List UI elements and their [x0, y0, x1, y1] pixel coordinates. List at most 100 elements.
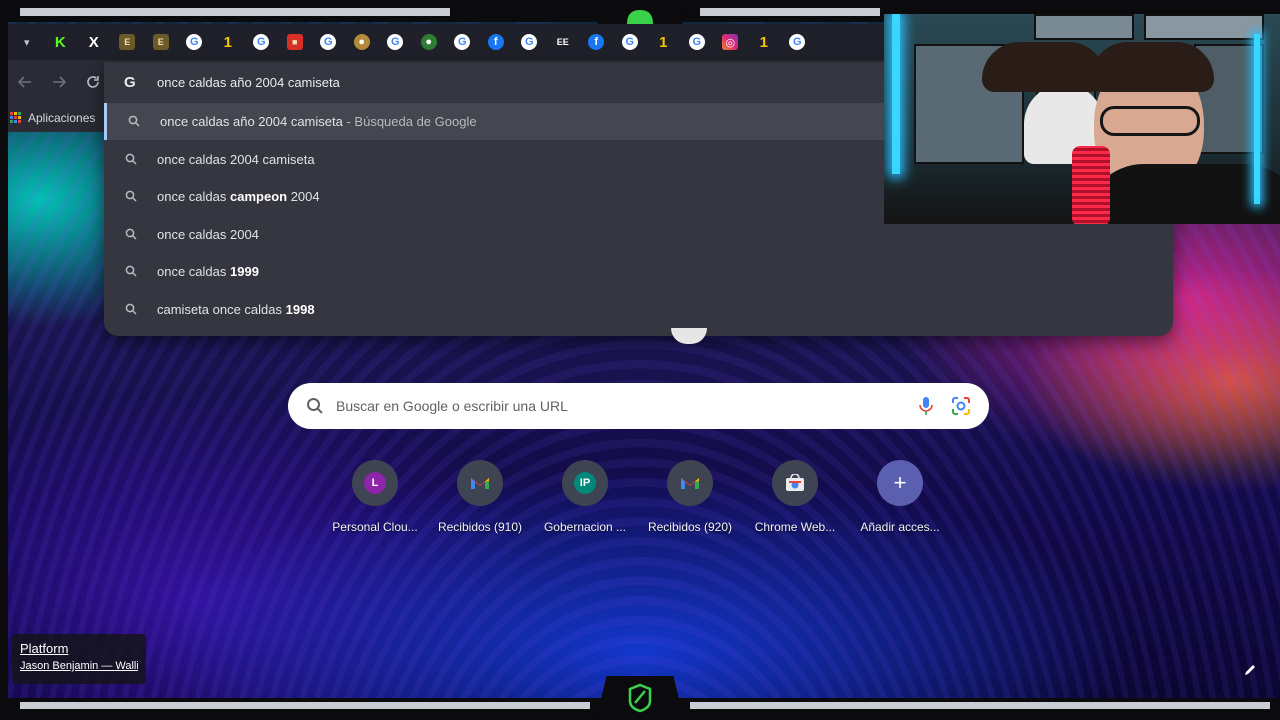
- shortcut-icon-circle: [457, 460, 503, 506]
- google-icon: G: [253, 34, 270, 50]
- shortcut-icon-circle: IP: [562, 460, 608, 506]
- tab-9[interactable]: ●: [345, 24, 379, 60]
- now-playing-artist: Jason Benjamin — Walli: [20, 660, 138, 672]
- forward-button[interactable]: [42, 65, 76, 99]
- tab-15[interactable]: EE: [546, 24, 580, 60]
- facebook-icon: f: [588, 34, 605, 50]
- suggestion-label: once caldas 2004: [157, 226, 259, 242]
- tab-14[interactable]: G: [513, 24, 547, 60]
- site-icon: E: [152, 34, 169, 50]
- tab-0[interactable]: K: [44, 24, 78, 60]
- tab-10[interactable]: G: [379, 24, 413, 60]
- search-icon: [125, 303, 137, 318]
- one-icon: 1: [223, 33, 232, 51]
- search-icon: [307, 398, 323, 414]
- suggestion-label: once caldas 1999: [157, 264, 259, 279]
- x-icon: X: [88, 33, 99, 51]
- tab-18[interactable]: 1: [647, 24, 681, 60]
- customize-button[interactable]: [1240, 660, 1260, 680]
- omnibox-suggestion[interactable]: once caldas 1999: [104, 253, 1173, 290]
- reload-icon: [87, 76, 99, 88]
- crest-icon: ●: [353, 34, 370, 50]
- plus-icon: +: [877, 460, 923, 506]
- omnibox-suggestion[interactable]: camiseta once caldas 1998: [104, 291, 1173, 328]
- google-icon: G: [621, 34, 638, 50]
- shortcut-tile[interactable]: Recibidos (920): [637, 460, 743, 540]
- shortcut-label: Personal Clou...: [332, 520, 418, 534]
- tab-11[interactable]: ●: [412, 24, 446, 60]
- tab-3[interactable]: E: [144, 24, 178, 60]
- letter-l-icon: L: [364, 472, 386, 494]
- one-icon: 1: [759, 33, 768, 51]
- tab-20[interactable]: ◎: [714, 24, 748, 60]
- ntp-shortcuts: L Personal Clou... Recibidos (910) IP Gobern…: [322, 460, 952, 540]
- now-playing-title: Platform: [20, 641, 69, 656]
- shortcut-tile[interactable]: IP Gobernacion ...: [532, 460, 638, 540]
- suggestion-label: once caldas campeon 2004: [157, 189, 320, 204]
- arrow-left-icon: [18, 76, 31, 88]
- shortcut-icon-circle: [667, 460, 713, 506]
- apps-grid-icon: [10, 112, 22, 124]
- shortcut-label: Recibidos (920): [647, 520, 733, 534]
- arrow-right-icon: [53, 76, 66, 88]
- google-icon: G: [789, 34, 806, 50]
- tab-12[interactable]: G: [446, 24, 480, 60]
- webcam-overlay: [884, 14, 1280, 224]
- pencil-icon: [1245, 665, 1255, 675]
- ntp-search-input[interactable]: [336, 391, 896, 421]
- tab-6[interactable]: G: [245, 24, 279, 60]
- shortcut-label: Gobernacion ...: [543, 520, 627, 534]
- tab-17[interactable]: G: [613, 24, 647, 60]
- tab-5[interactable]: 1: [211, 24, 245, 60]
- google-icon: G: [454, 34, 471, 50]
- site-icon: ■: [286, 34, 303, 50]
- tab-19[interactable]: G: [680, 24, 714, 60]
- tab-8[interactable]: G: [312, 24, 346, 60]
- tab-4[interactable]: G: [178, 24, 212, 60]
- tab-2[interactable]: E: [111, 24, 145, 60]
- tab-22[interactable]: G: [781, 24, 815, 60]
- bookmark-apps[interactable]: Aplicaciones: [8, 104, 108, 132]
- google-icon: G: [387, 34, 404, 50]
- shortcut-tile[interactable]: + Añadir acces...: [847, 460, 953, 540]
- gmail-icon: [679, 472, 701, 494]
- tab-16[interactable]: f: [580, 24, 614, 60]
- facebook-icon: f: [487, 34, 504, 50]
- google-g-icon: G: [124, 73, 136, 91]
- tab-7[interactable]: ■: [278, 24, 312, 60]
- ntp-search-box[interactable]: [288, 383, 989, 429]
- search-icon: [125, 265, 137, 280]
- search-icon: [125, 190, 137, 205]
- tab-13[interactable]: f: [479, 24, 513, 60]
- shortcut-label: Recibidos (910): [437, 520, 523, 534]
- suggestion-label: once caldas 2004 camiseta: [157, 151, 315, 167]
- search-icon: [128, 115, 140, 130]
- site-icon: EE: [556, 37, 569, 47]
- suggestion-suffix: - Búsqueda de Google: [342, 114, 477, 129]
- shield-logo-icon: [596, 676, 684, 720]
- shortcut-tile[interactable]: L Personal Clou...: [322, 460, 428, 540]
- shortcut-icon-circle: +: [877, 460, 923, 506]
- search-icon: [125, 228, 137, 243]
- instagram-icon: ◎: [722, 34, 739, 50]
- chrome-web-store-icon: [784, 472, 806, 494]
- shortcut-icon-circle: L: [352, 460, 398, 506]
- google-icon: G: [320, 34, 337, 50]
- tab-1[interactable]: X: [77, 24, 111, 60]
- shortcut-tile[interactable]: Recibidos (910): [427, 460, 533, 540]
- gmail-icon: [469, 472, 491, 494]
- google-lens-icon[interactable]: [951, 396, 971, 416]
- tab-search-button[interactable]: ▾: [10, 24, 44, 60]
- google-icon: G: [186, 34, 203, 50]
- one-icon: 1: [659, 33, 668, 51]
- letter-ip-icon: IP: [574, 472, 596, 494]
- shortcut-tile[interactable]: Chrome Web...: [742, 460, 848, 540]
- suggestion-label: camiseta once caldas 1998: [157, 301, 315, 317]
- tab-21[interactable]: 1: [747, 24, 781, 60]
- shortcut-label: Chrome Web...: [754, 520, 836, 534]
- back-button[interactable]: [8, 65, 42, 99]
- microphone-icon[interactable]: [918, 396, 934, 416]
- google-icon: G: [688, 34, 705, 50]
- google-icon: G: [521, 34, 538, 50]
- bookmark-apps-label: Aplicaciones: [28, 111, 96, 125]
